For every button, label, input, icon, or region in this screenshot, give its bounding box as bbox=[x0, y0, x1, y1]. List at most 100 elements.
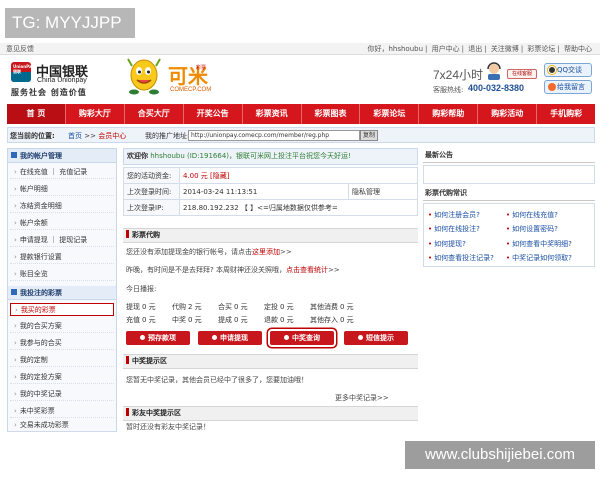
qq-chat-button[interactable]: QQ交谈 bbox=[544, 63, 592, 77]
bank-account-notice: 您还没有添加提现金的银行帐号，请点击这里添加>> bbox=[126, 248, 292, 256]
member-sidebar: 我的帐户管理 在线充值 ｜ 充值记录 帐户明细 冻结资金明细 帐户余额 申请提现… bbox=[7, 148, 117, 432]
nav-draw-results[interactable]: 开奖公告 bbox=[184, 104, 243, 124]
nav-lottery-hall[interactable]: 购彩大厅 bbox=[66, 104, 125, 124]
last-login-time-label: 上次登录时间: bbox=[123, 183, 180, 200]
location-label: 您当前的位置: bbox=[10, 132, 55, 140]
brand-url: COMECP.COM bbox=[170, 87, 212, 93]
main-panel: 欢迎你 hhshoubu (ID:191664)，银联可米网上投注平台祝您今天好… bbox=[123, 148, 419, 432]
table-row: 您的活动资金: 4.00 元 [隐藏] bbox=[123, 167, 418, 184]
sidebar-item-balance[interactable]: 帐户余额 bbox=[10, 217, 114, 230]
nav-group-buy-hall[interactable]: 合买大厅 bbox=[125, 104, 184, 124]
stat-refund: 退款 0 元 bbox=[264, 316, 294, 324]
hotline-number: 400-032-8380 bbox=[468, 83, 525, 93]
sidebar-item-failed[interactable]: 交易未成功彩票 bbox=[10, 419, 114, 432]
account-info-table: 您的活动资金: 4.00 元 [隐藏] 上次登录时间: 2014-03-24 1… bbox=[123, 167, 419, 216]
sidebar-item-win-records[interactable]: 我的中奖记录 bbox=[10, 388, 114, 401]
sidebar-section-bets: 我投注的彩票 bbox=[8, 286, 116, 300]
stat-withdraw: 提现 0 元 bbox=[126, 303, 156, 311]
red-marker-icon bbox=[126, 356, 129, 364]
sidebar-item-overview[interactable]: 账目全览 bbox=[10, 268, 114, 281]
faq-recharge[interactable]: 如何在线充值? bbox=[506, 210, 558, 220]
funds-label: 您的活动资金: bbox=[123, 167, 180, 184]
sidebar-item-no-win[interactable]: 未中奖彩票 bbox=[10, 405, 114, 418]
user-center-link[interactable]: 用户中心 bbox=[432, 45, 460, 53]
breadcrumb-current[interactable]: 会员中心 bbox=[98, 132, 126, 140]
sidebar-item-my-group-plans[interactable]: 我的合买方案 bbox=[10, 320, 114, 333]
faq-password[interactable]: 如何设置密码? bbox=[506, 224, 558, 234]
square-bullet-icon bbox=[11, 152, 17, 158]
section-friend-prize: 彩友中奖提示区 bbox=[123, 406, 418, 421]
last-login-time-value: 2014-03-24 11:13:51 bbox=[179, 183, 349, 200]
hotline-label: 客服热线: bbox=[433, 86, 464, 94]
sidebar-item-bank-settings[interactable]: 提款银行设置 bbox=[10, 251, 114, 264]
sidebar-section-account: 我的帐户管理 bbox=[8, 149, 116, 163]
faq-withdraw[interactable]: 如何提现? bbox=[428, 239, 466, 249]
stat-other-deposit: 其他存入 0 元 bbox=[310, 316, 354, 324]
phone-icon bbox=[548, 83, 556, 91]
promo-url-field[interactable]: http://unionpay.comecp.com/member/reg.ph… bbox=[188, 130, 360, 141]
privacy-manage-link[interactable]: 隐私管理 bbox=[347, 183, 419, 200]
prepay-button[interactable]: 预存款项 bbox=[126, 331, 190, 345]
breadcrumb: 首页 >> 会员中心 bbox=[68, 131, 126, 141]
news-box bbox=[423, 165, 595, 184]
red-marker-icon bbox=[126, 408, 129, 416]
brand-sub: 彩票 bbox=[196, 65, 207, 71]
last-login-ip-value: 218.80.192.232 【 】<=归属地数据仅供参考= bbox=[179, 199, 418, 216]
logout-link[interactable]: 退出 bbox=[468, 45, 482, 53]
prize-query-button[interactable]: 中奖查询 bbox=[270, 331, 334, 345]
faq-claim-prize[interactable]: 中奖记录如何领取? bbox=[506, 253, 572, 263]
sidebar-item-recharge[interactable]: 在线充值 ｜ 充值记录 bbox=[10, 166, 114, 179]
stat-hemai: 合买 0 元 bbox=[218, 303, 248, 311]
add-bank-link[interactable]: 这里添加 bbox=[252, 248, 280, 256]
view-stats-link[interactable]: 点击查看统计 bbox=[286, 266, 328, 274]
sidebar-item-account-detail[interactable]: 帐户明细 bbox=[10, 183, 114, 196]
sidebar-item-my-tickets[interactable]: 我买的彩票 bbox=[10, 303, 114, 316]
location-bar: 您当前的位置: 首页 >> 会员中心 我的推广地址: http://unionp… bbox=[7, 127, 595, 143]
dot-icon bbox=[358, 335, 363, 340]
nav-lottery-news[interactable]: 彩票资讯 bbox=[243, 104, 302, 124]
headset-agent-icon bbox=[487, 62, 501, 80]
stat-recharge: 充值 0 元 bbox=[126, 316, 156, 324]
breadcrumb-home[interactable]: 首页 bbox=[68, 132, 82, 140]
sms-alert-button[interactable]: 短信提示 bbox=[344, 331, 408, 345]
sidebar-item-frozen-funds[interactable]: 冻结资金明细 bbox=[10, 200, 114, 213]
sidebar-item-my-custom[interactable]: 我的定制 bbox=[10, 354, 114, 367]
sidebar-item-fixed-plans[interactable]: 我的定投方案 bbox=[10, 371, 114, 384]
more-prize-records-link[interactable]: 更多中奖记录>> bbox=[335, 393, 389, 403]
today-label: 今日播报: bbox=[126, 285, 157, 293]
friend-prize-text: 暂时还没有彩友中奖记录！ bbox=[126, 423, 210, 431]
copy-button[interactable]: 复制 bbox=[360, 130, 378, 141]
welcome-user: hhshoubu (ID:191664) bbox=[150, 152, 230, 160]
dot-icon bbox=[140, 335, 145, 340]
service-hours: 7x24小时 bbox=[433, 68, 484, 82]
section-daigou: 彩票代购 bbox=[123, 228, 418, 243]
table-row: 上次登录IP: 218.80.192.232 【 】<=归属地数据仅供参考= bbox=[123, 199, 418, 216]
nav-promotions[interactable]: 购彩活动 bbox=[478, 104, 538, 124]
help-link[interactable]: 帮助中心 bbox=[564, 45, 592, 53]
feedback-link[interactable]: 意见反馈 bbox=[6, 44, 34, 54]
nav-lottery-forum[interactable]: 彩票论坛 bbox=[360, 104, 420, 124]
faq-bet-records[interactable]: 如何查看投注记录? bbox=[428, 253, 494, 263]
forum-link[interactable]: 彩票论坛 bbox=[527, 45, 555, 53]
stat-prize: 中奖 0 元 bbox=[172, 316, 202, 324]
leave-message-button[interactable]: 给我留言 bbox=[544, 80, 592, 94]
nav-help[interactable]: 购彩帮助 bbox=[419, 104, 479, 124]
unionpay-logo[interactable]: UnionPay 银联 bbox=[11, 62, 34, 82]
section-prize-notice: 中奖提示区 bbox=[123, 354, 418, 369]
sidebar-item-withdraw[interactable]: 申请提现 ｜ 提现记录 bbox=[10, 234, 114, 247]
online-service-button[interactable]: 在线客服 bbox=[507, 69, 537, 79]
apply-withdraw-button[interactable]: 申请提现 bbox=[198, 331, 262, 345]
faq-prize-detail[interactable]: 如何查看中奖明细? bbox=[506, 239, 572, 249]
nav-mobile[interactable]: 手机购彩 bbox=[537, 104, 595, 124]
greeting-user: 你好，hhshoubu bbox=[367, 45, 424, 53]
faq-register[interactable]: 如何注册会员? bbox=[428, 210, 480, 220]
red-marker-icon bbox=[126, 230, 129, 238]
weibo-link[interactable]: 关注微博 bbox=[491, 45, 519, 53]
dot-icon bbox=[212, 335, 217, 340]
nav-lottery-charts[interactable]: 彩票图表 bbox=[302, 104, 361, 124]
last-login-ip-label: 上次登录IP: bbox=[123, 199, 180, 216]
faq-bet[interactable]: 如何在线投注? bbox=[428, 224, 480, 234]
top-right-links: 你好，hhshoubu | 用户中心 | 退出 | 关注微博 | 彩票论坛 | 帮助中心 bbox=[367, 45, 592, 53]
sidebar-item-joined-group[interactable]: 我参与的合买 bbox=[10, 337, 114, 350]
nav-home[interactable]: 首 页 bbox=[7, 104, 66, 124]
